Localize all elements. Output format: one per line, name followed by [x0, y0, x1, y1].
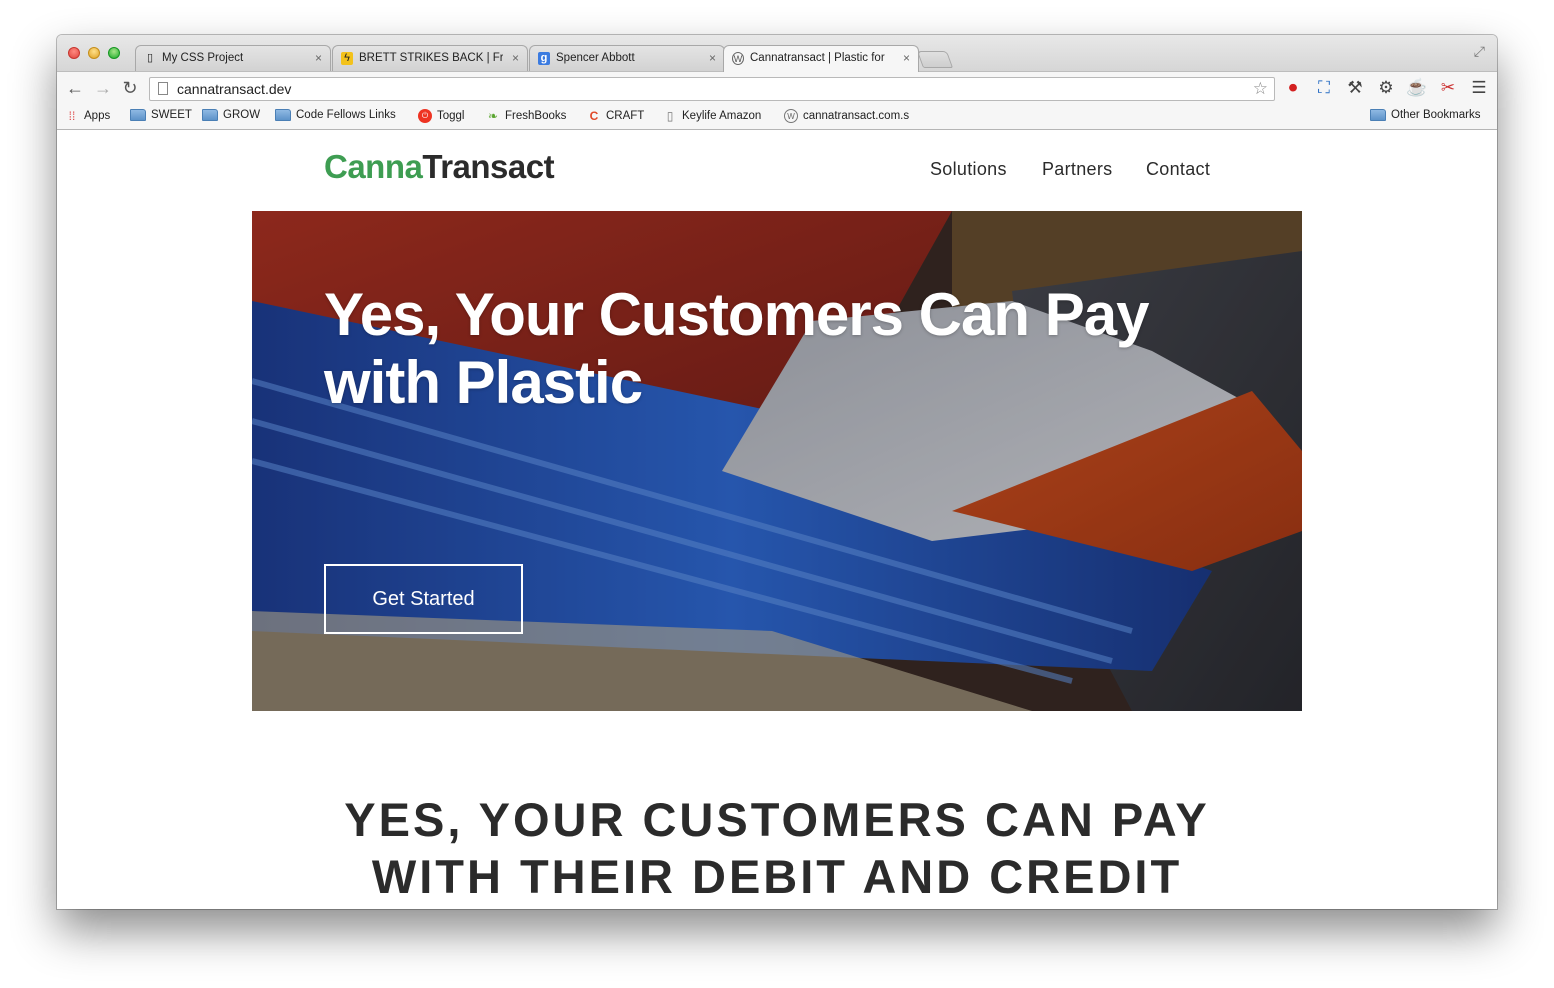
browser-toolbar: ← → ↻ cannatransact.dev ☆ ⏺ ⛶ ⚒ ⚙ ☕ ✂ ☰ — [57, 71, 1497, 105]
tab-strip: ▯ My CSS Project × ϟ BRETT STRIKES BACK … — [57, 35, 1497, 72]
toggl-icon: ⏻ — [418, 109, 432, 123]
reload-icon[interactable]: ↻ — [120, 78, 140, 99]
hero-title: Yes, Your Customers Can Pay with Plastic — [324, 281, 1224, 417]
bookmarks-bar: ⁞⁞ Apps SWEET GROW Code Fellows Links ⏻ … — [57, 105, 1497, 130]
clipper-extension-icon[interactable]: ✂ — [1437, 78, 1459, 98]
tab-title: My CSS Project — [162, 52, 244, 64]
nav-contact[interactable]: Contact — [1146, 159, 1210, 180]
close-icon[interactable]: × — [512, 46, 519, 70]
hero-title-line: Yes, Your Customers Can Pay — [324, 281, 1149, 348]
address-bar[interactable]: cannatransact.dev ☆ — [149, 77, 1275, 101]
bookmark-label: Code Fellows Links — [296, 109, 396, 121]
apps-grid-icon: ⁞⁞ — [68, 109, 76, 123]
extension-icon[interactable]: ☕ — [1406, 78, 1428, 98]
tab-brett-strikes-back[interactable]: ϟ BRETT STRIKES BACK | Fre × — [332, 45, 528, 71]
close-icon[interactable]: × — [903, 46, 910, 70]
back-icon[interactable]: ← — [65, 78, 85, 99]
wordpress-icon: W — [784, 109, 798, 123]
get-started-button[interactable]: Get Started — [324, 564, 523, 634]
bookmark-label: GROW — [223, 109, 261, 121]
nav-partners[interactable]: Partners — [1042, 159, 1112, 180]
bookmark-grow[interactable]: GROW — [202, 109, 260, 121]
tab-title: Spencer Abbott — [556, 52, 635, 64]
headline-line: WITH THEIR DEBIT AND CREDIT — [371, 850, 1183, 903]
hero-title-line: with Plastic — [324, 349, 643, 416]
tab-spencer-abbott[interactable]: g Spencer Abbott × — [529, 45, 725, 71]
page-icon — [158, 82, 168, 95]
bookmark-code-fellows[interactable]: Code Fellows Links — [275, 109, 396, 121]
logo-canna: Canna — [324, 148, 423, 185]
folder-icon — [1370, 109, 1386, 121]
bookmark-label: Keylife Amazon — [682, 110, 762, 122]
section-headline: YES, YOUR CUSTOMERS CAN PAY WITH THEIR D… — [57, 791, 1497, 905]
tab-my-css-project[interactable]: ▯ My CSS Project × — [135, 45, 331, 71]
leaf-icon: ❧ — [487, 109, 499, 123]
bookmark-label: Other Bookmarks — [1391, 109, 1481, 121]
gear-icon[interactable]: ⚙ — [1375, 78, 1397, 98]
lightning-icon: ϟ — [341, 52, 353, 65]
bookmark-label: cannatransact.com.s — [803, 110, 910, 122]
google-icon: g — [538, 52, 550, 65]
bookmark-label: FreshBooks — [505, 110, 567, 122]
url-text[interactable]: cannatransact.dev — [177, 81, 291, 97]
menu-icon[interactable]: ☰ — [1468, 78, 1490, 98]
tab-title: Cannatransact | Plastic for — [750, 52, 885, 64]
close-icon[interactable]: × — [315, 46, 322, 70]
folder-icon — [275, 109, 291, 121]
wrench-icon[interactable]: ⚒ — [1344, 78, 1366, 98]
bookmark-apps[interactable]: ⁞⁞ Apps — [65, 109, 111, 123]
forward-icon[interactable]: → — [93, 78, 113, 99]
tab-title: BRETT STRIKES BACK | Fre — [359, 52, 503, 64]
nav-solutions[interactable]: Solutions — [930, 159, 1007, 180]
browser-window: ▯ My CSS Project × ϟ BRETT STRIKES BACK … — [57, 35, 1497, 909]
stop-extension-icon[interactable]: ⏺ — [1282, 78, 1304, 98]
close-icon[interactable]: × — [709, 46, 716, 70]
page-icon: ▯ — [666, 109, 674, 123]
bookmark-sweet[interactable]: SWEET — [130, 109, 192, 121]
page-icon: ▯ — [146, 52, 154, 64]
hero-banner: Yes, Your Customers Can Pay with Plastic… — [252, 211, 1302, 711]
folder-icon — [202, 109, 218, 121]
bookmark-toggl[interactable]: ⏻ Toggl — [418, 109, 465, 123]
wordpress-icon: W — [732, 52, 744, 65]
bookmark-label: Apps — [84, 110, 111, 122]
fullscreen-icon[interactable]: ⤢ — [1474, 43, 1485, 60]
bookmark-label: CRAFT — [606, 110, 645, 122]
site-logo[interactable]: CannaTransact — [324, 148, 555, 186]
bookmark-craft[interactable]: C CRAFT — [587, 109, 645, 123]
craft-icon: C — [589, 109, 599, 123]
zoom-window-button[interactable] — [108, 47, 120, 59]
folder-icon — [130, 109, 146, 121]
bookmark-label: Toggl — [437, 110, 465, 122]
close-window-button[interactable] — [68, 47, 80, 59]
logo-transact: Transact — [422, 148, 555, 185]
bookmark-cannatransact[interactable]: W cannatransact.com.s — [784, 109, 909, 123]
bookmark-star-icon[interactable]: ☆ — [1253, 79, 1268, 99]
other-bookmarks[interactable]: Other Bookmarks — [1370, 109, 1480, 121]
minimize-window-button[interactable] — [88, 47, 100, 59]
screenshot-extension-icon[interactable]: ⛶ — [1313, 78, 1335, 98]
new-tab-button[interactable] — [916, 51, 954, 68]
bookmark-freshbooks[interactable]: ❧ FreshBooks — [486, 109, 566, 123]
headline-line: YES, YOUR CUSTOMERS CAN PAY — [344, 793, 1210, 846]
bookmark-keylife-amazon[interactable]: ▯ Keylife Amazon — [663, 109, 762, 123]
tab-cannatransact[interactable]: W Cannatransact | Plastic for × — [723, 45, 919, 72]
bookmark-label: SWEET — [151, 109, 192, 121]
page-viewport: CannaTransact Solutions Partners Contact — [57, 131, 1497, 909]
